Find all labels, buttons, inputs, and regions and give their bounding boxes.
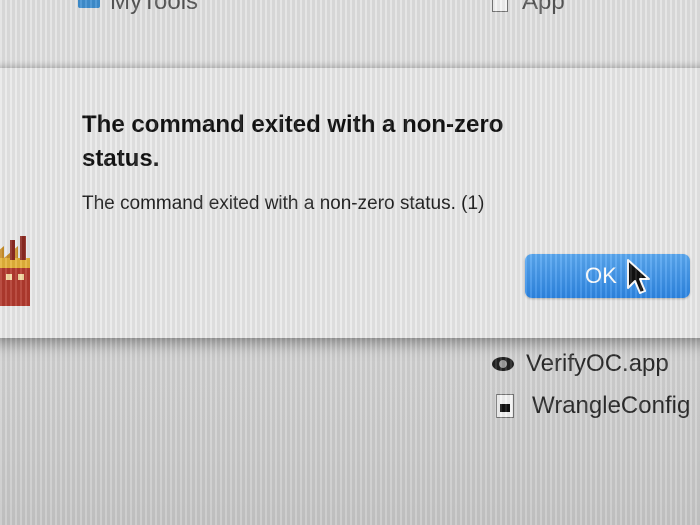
finder-item-label: App xyxy=(522,0,565,15)
finder-window-top: MyTools App xyxy=(0,0,700,78)
finder-item-label: WrangleConfig xyxy=(532,392,691,419)
finder-item-mytools[interactable]: MyTools xyxy=(78,0,198,16)
finder-item-verifyoc[interactable]: VerifyOC.app xyxy=(492,350,669,378)
folder-icon xyxy=(78,0,100,8)
document-icon xyxy=(496,394,514,418)
finder-item-label: VerifyOC.app xyxy=(526,350,669,377)
alert-dialog: The command exited with a non-zero statu… xyxy=(0,68,700,338)
finder-item-app[interactable]: App xyxy=(492,0,565,16)
mouse-pointer-icon xyxy=(627,259,650,294)
finder-item-wrangleconfig[interactable]: WrangleConfig xyxy=(496,392,690,420)
factory-app-icon xyxy=(0,236,30,306)
finder-item-label: MyTools xyxy=(110,0,199,15)
ok-button[interactable]: OK xyxy=(525,254,690,298)
alert-message: The command exited with a non-zero statu… xyxy=(82,193,485,214)
document-icon xyxy=(492,0,508,12)
eye-app-icon xyxy=(492,357,514,371)
alert-title: The command exited with a non-zero statu… xyxy=(82,111,504,172)
